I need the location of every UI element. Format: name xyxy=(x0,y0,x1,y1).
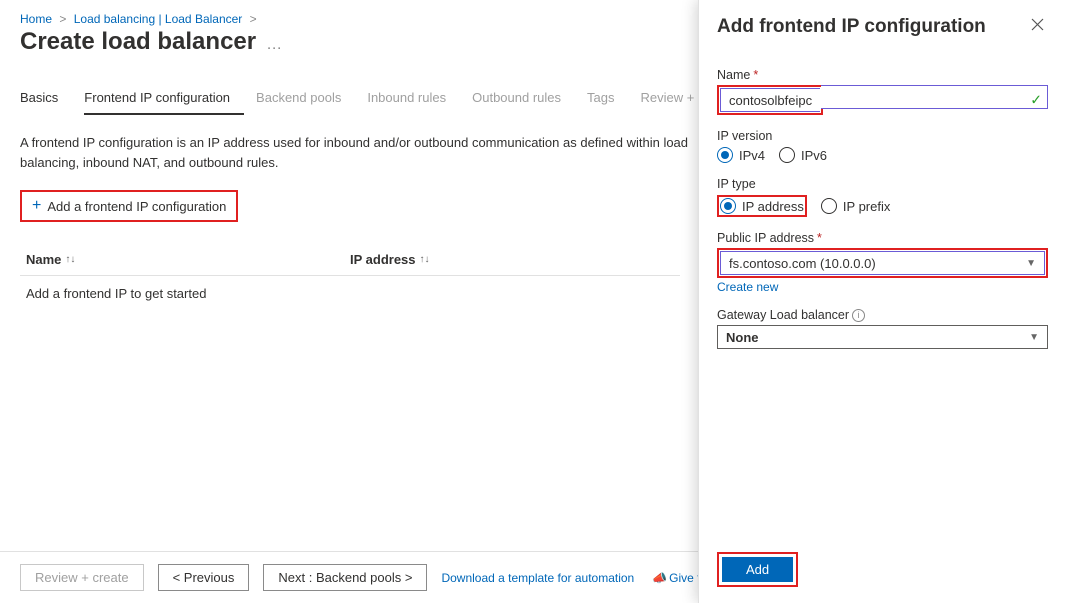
ip-address-label: IP address xyxy=(742,199,804,214)
name-input[interactable] xyxy=(821,85,1048,109)
highlight-box: IP address xyxy=(717,195,807,217)
previous-button[interactable]: < Previous xyxy=(158,564,250,591)
frontend-ip-table: Name ↑↓ IP address ↑↓ Add a frontend IP … xyxy=(20,244,680,311)
sort-icon: ↑↓ xyxy=(65,254,75,265)
radio-icon xyxy=(717,147,733,163)
add-frontend-ip-label: Add a frontend IP configuration xyxy=(47,199,226,214)
column-name-label: Name xyxy=(26,252,61,267)
tab-backend-pools: Backend pools xyxy=(256,84,355,115)
breadcrumb-path1[interactable]: Load balancing | Load Balancer xyxy=(74,12,243,26)
close-button[interactable] xyxy=(1027,16,1048,38)
table-empty-row: Add a frontend IP to get started xyxy=(20,276,680,311)
create-new-link[interactable]: Create new xyxy=(717,280,778,294)
radio-icon xyxy=(821,198,837,214)
column-ip-label: IP address xyxy=(350,252,416,267)
next-button[interactable]: Next : Backend pools > xyxy=(263,564,427,591)
ip-address-radio[interactable]: IP address xyxy=(720,198,804,214)
ipv6-radio[interactable]: IPv6 xyxy=(779,147,827,163)
name-field-label: Name xyxy=(717,68,750,82)
plus-icon: + xyxy=(32,197,41,215)
chevron-down-icon: ▼ xyxy=(1026,258,1036,269)
required-asterisk: * xyxy=(817,231,822,245)
radio-icon xyxy=(779,147,795,163)
add-button[interactable]: Add xyxy=(722,557,793,582)
column-header-ip[interactable]: IP address ↑↓ xyxy=(350,252,674,267)
tab-frontend-ip[interactable]: Frontend IP configuration xyxy=(84,84,244,115)
name-value-display: contosolbfeipc xyxy=(720,88,820,112)
add-frontend-ip-button[interactable]: + Add a frontend IP configuration xyxy=(20,190,238,222)
column-header-name[interactable]: Name ↑↓ xyxy=(26,252,350,267)
download-template-link[interactable]: Download a template for automation xyxy=(441,571,634,585)
public-ip-value: fs.contoso.com (10.0.0.0) xyxy=(729,256,876,271)
ip-version-label: IP version xyxy=(717,129,1048,143)
gateway-lb-label: Gateway Load balancer xyxy=(717,308,849,322)
ipv4-radio[interactable]: IPv4 xyxy=(717,147,765,163)
gateway-lb-value: None xyxy=(726,330,759,345)
ipv4-label: IPv4 xyxy=(739,148,765,163)
radio-icon xyxy=(720,198,736,214)
info-icon[interactable]: i xyxy=(852,309,865,322)
tab-outbound-rules: Outbound rules xyxy=(472,84,575,115)
tab-description: A frontend IP configuration is an IP add… xyxy=(20,133,700,172)
ip-type-label: IP type xyxy=(717,177,1048,191)
gateway-lb-select[interactable]: None ▼ xyxy=(717,325,1048,349)
close-icon xyxy=(1031,18,1044,31)
panel-title: Add frontend IP configuration xyxy=(717,16,986,38)
ip-prefix-label: IP prefix xyxy=(843,199,890,214)
side-panel: Add frontend IP configuration Name * con… xyxy=(698,0,1066,603)
highlight-box: contosolbfeipc xyxy=(717,85,823,115)
bullhorn-icon: 📣 xyxy=(652,571,667,585)
highlight-box: fs.contoso.com (10.0.0.0) ▼ xyxy=(717,248,1048,278)
public-ip-select[interactable]: fs.contoso.com (10.0.0.0) ▼ xyxy=(720,251,1045,275)
review-create-button: Review + create xyxy=(20,564,144,591)
chevron-right-icon: > xyxy=(59,12,66,26)
more-menu-button[interactable]: … xyxy=(266,36,282,56)
tab-inbound-rules: Inbound rules xyxy=(367,84,460,115)
ip-prefix-radio[interactable]: IP prefix xyxy=(821,198,890,214)
page-title: Create load balancer xyxy=(20,28,256,56)
required-asterisk: * xyxy=(753,68,758,82)
sort-icon: ↑↓ xyxy=(420,254,430,265)
check-icon: ✓ xyxy=(1030,92,1042,109)
public-ip-label: Public IP address xyxy=(717,231,814,245)
ipv6-label: IPv6 xyxy=(801,148,827,163)
chevron-down-icon: ▼ xyxy=(1029,332,1039,343)
tab-basics[interactable]: Basics xyxy=(20,84,72,115)
highlight-box: Add xyxy=(717,552,798,587)
breadcrumb-home[interactable]: Home xyxy=(20,12,52,26)
tab-tags: Tags xyxy=(587,84,628,115)
chevron-right-icon: > xyxy=(250,12,257,26)
